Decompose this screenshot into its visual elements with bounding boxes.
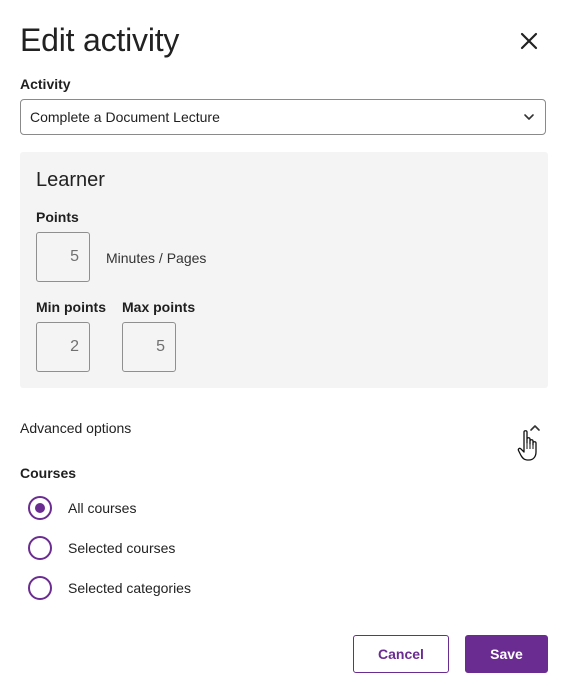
dialog-title: Edit activity [20, 22, 180, 58]
radio-label: Selected categories [68, 580, 191, 596]
radio-button[interactable] [28, 536, 52, 560]
activity-select[interactable]: Complete a Document Lecture [20, 99, 546, 135]
activity-label: Activity [20, 76, 71, 92]
radio-button[interactable] [28, 496, 52, 520]
learner-panel: Learner Points 5 Minutes / Pages Min poi… [20, 152, 548, 388]
advanced-options-toggle[interactable]: Advanced options [20, 419, 131, 437]
radio-button[interactable] [28, 576, 52, 600]
points-label: Points [36, 209, 79, 225]
close-button[interactable] [514, 26, 544, 56]
chevron-down-icon [524, 114, 534, 120]
points-unit-label: Minutes / Pages [106, 250, 207, 266]
max-points-label: Max points [122, 299, 196, 315]
radio-all-courses[interactable]: All courses [28, 496, 136, 520]
cancel-button[interactable]: Cancel [353, 635, 449, 673]
min-points-label: Min points [36, 299, 106, 315]
save-button[interactable]: Save [465, 635, 548, 673]
points-input[interactable]: 5 [36, 232, 90, 282]
radio-label: Selected courses [68, 540, 176, 556]
hand-pointer-icon [517, 430, 537, 461]
activity-select-value: Complete a Document Lecture [30, 109, 220, 125]
close-icon [520, 32, 538, 50]
radio-selected-courses[interactable]: Selected courses [28, 536, 175, 560]
radio-selected-categories[interactable]: Selected categories [28, 576, 191, 600]
courses-label: Courses [20, 465, 77, 481]
learner-heading: Learner [36, 169, 105, 191]
min-points-input[interactable]: 2 [36, 322, 90, 372]
radio-label: All courses [68, 500, 137, 516]
max-points-input[interactable]: 5 [122, 322, 176, 372]
